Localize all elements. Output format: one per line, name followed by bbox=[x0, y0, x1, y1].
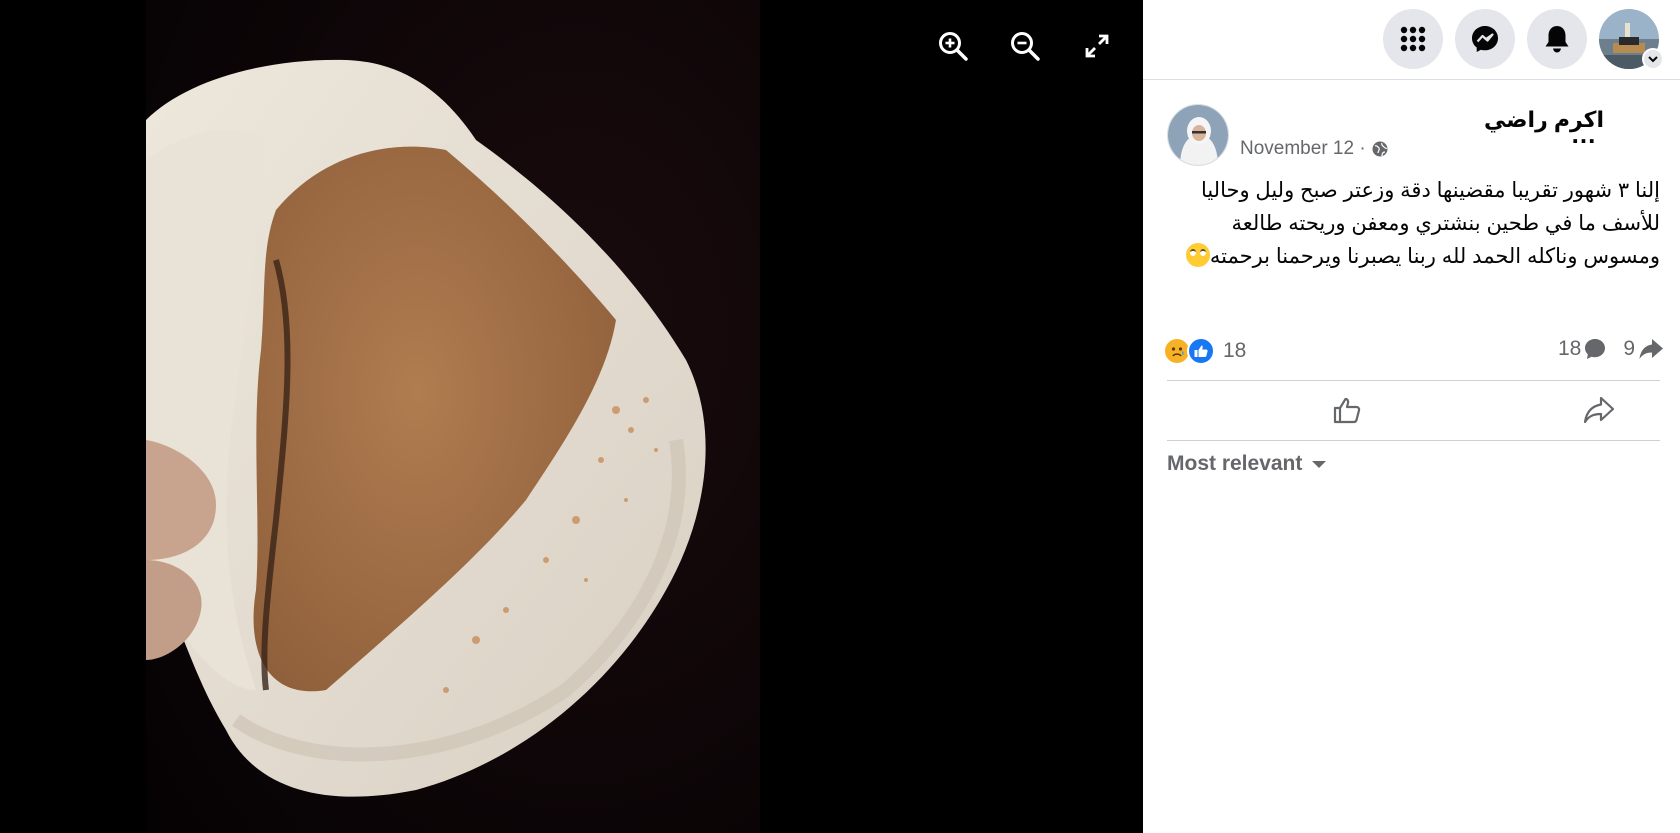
post-text-body: إلنا ٣ شهور تقريبا مقضينها دقة وزعتر صبح… bbox=[1200, 179, 1660, 268]
globe-icon[interactable] bbox=[1371, 140, 1389, 158]
actions-divider bbox=[1167, 440, 1660, 441]
comments-count: 18 bbox=[1557, 337, 1582, 360]
author-avatar[interactable] bbox=[1167, 104, 1229, 166]
meta-separator: · bbox=[1354, 138, 1371, 159]
sad-face-glyph bbox=[1171, 347, 1184, 357]
author-photo bbox=[1168, 105, 1228, 165]
post-panel: اكرم راضي ... November 12 · إلنا ٣ شهور … bbox=[1143, 0, 1680, 833]
share-button[interactable] bbox=[1539, 388, 1659, 432]
chevron-down-icon bbox=[1648, 56, 1658, 63]
messenger-button[interactable] bbox=[1455, 9, 1515, 69]
comments-sort-dropdown[interactable]: Most relevant bbox=[1167, 452, 1328, 476]
menu-grid-icon bbox=[1400, 26, 1426, 52]
engagement-counts: 18 9 bbox=[1558, 337, 1664, 361]
shares-count-link[interactable]: 9 bbox=[1623, 337, 1664, 361]
zoom-out-button[interactable] bbox=[1007, 28, 1043, 64]
top-navigation bbox=[1143, 0, 1680, 80]
rolling-eyes-emoji bbox=[1185, 243, 1210, 267]
account-menu-button[interactable] bbox=[1642, 48, 1664, 70]
post-text: إلنا ٣ شهور تقريبا مقضينها دقة وزعتر صبح… bbox=[1183, 174, 1660, 273]
messenger-icon bbox=[1472, 26, 1498, 52]
comments-count-link[interactable]: 18 bbox=[1558, 337, 1607, 361]
sort-label: Most relevant bbox=[1167, 452, 1303, 475]
caret-down-icon bbox=[1312, 461, 1327, 468]
pita-bread-image bbox=[146, 0, 760, 833]
share-icon bbox=[1583, 396, 1615, 424]
share-count-icon bbox=[1639, 339, 1663, 359]
bell-icon bbox=[1545, 26, 1569, 53]
post-date[interactable]: November 12 bbox=[1240, 138, 1354, 160]
menu-button[interactable] bbox=[1383, 9, 1443, 69]
like-reaction-icon bbox=[1187, 337, 1215, 365]
post-stats: 18 18 9 bbox=[1163, 337, 1664, 371]
more-options-button[interactable]: ... bbox=[1564, 108, 1604, 147]
notifications-button[interactable] bbox=[1527, 9, 1587, 69]
stats-divider bbox=[1167, 380, 1660, 381]
zoom-out-icon bbox=[1011, 32, 1040, 61]
photo-viewer bbox=[0, 0, 1143, 833]
comment-icon bbox=[1585, 339, 1606, 359]
reactions-summary[interactable]: 18 bbox=[1163, 337, 1246, 365]
fullscreen-button[interactable] bbox=[1079, 28, 1115, 64]
zoom-in-icon bbox=[939, 32, 968, 61]
fullscreen-icon bbox=[1085, 34, 1109, 58]
like-icon bbox=[1333, 397, 1361, 424]
post-photo[interactable] bbox=[146, 0, 760, 833]
reactions-count: 18 bbox=[1223, 339, 1247, 362]
post-meta: November 12 · bbox=[1240, 138, 1389, 160]
thumb-glyph bbox=[1194, 345, 1208, 357]
like-button[interactable] bbox=[1287, 388, 1407, 432]
zoom-in-button[interactable] bbox=[935, 28, 971, 64]
shares-count: 9 bbox=[1623, 337, 1635, 360]
